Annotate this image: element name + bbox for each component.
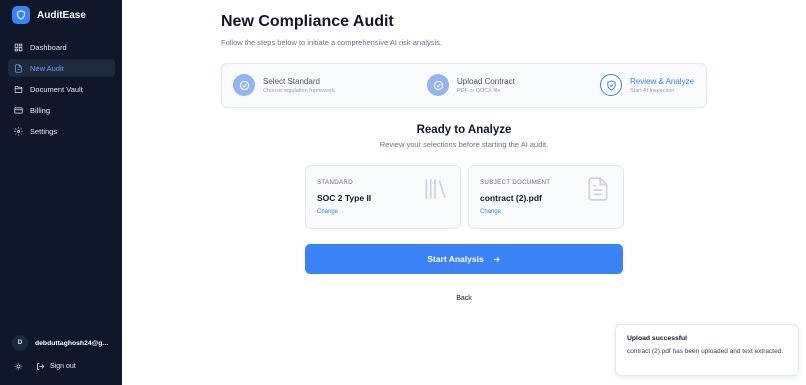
toast-notification[interactable]: Upload successful contract (2).pdf has b… [615,324,799,376]
sidebar: AuditEase Dashboard New Audit Document V… [0,0,122,385]
page-subtitle: Follow the steps below to initiate a com… [221,38,442,47]
back-button[interactable]: Back [122,295,806,302]
user-email: debduttaghosh24@g... [35,339,109,347]
change-standard-link[interactable]: Change [317,209,338,215]
arrow-right-icon [493,256,500,262]
folder-icon [14,85,23,93]
dashboard-grid-icon [14,43,23,51]
document-icon [15,63,22,73]
sidebar-item-document-vault[interactable]: Document Vault [8,80,115,98]
step-title: Select Standard [263,76,320,86]
card-label: STANDARD [317,179,353,186]
review-subtitle: Review your selections before starting t… [379,140,549,149]
check-icon [233,74,255,96]
gear-icon [14,126,23,136]
file-text-icon [588,177,608,201]
sidebar-item-label: Document Vault [30,84,83,94]
sun-icon[interactable] [14,362,23,371]
sidebar-nav: Dashboard New Audit Document Vault Billi… [8,38,115,143]
sign-out-button[interactable]: Sign out [36,362,76,371]
step-desc: Choose regulation framework [263,87,335,94]
step-title: Review & Analyze [630,76,695,86]
step-desc: Start AI inspection [630,87,675,94]
card-label: SUBJECT DOCUMENT [480,179,551,186]
library-icon [425,179,446,199]
sidebar-item-settings[interactable]: Settings [8,122,115,140]
page-title: New Compliance Audit [221,13,394,30]
document-value: contract (2).pdf [480,193,542,203]
standard-value: SOC 2 Type II [317,193,372,203]
sidebar-item-billing[interactable]: Billing [8,101,115,119]
step-title: Upload Contract [457,76,515,86]
sidebar-item-label: New Audit [30,63,64,73]
toast-title: Upload successful [627,335,688,342]
sidebar-item-new-audit[interactable]: New Audit [8,59,115,77]
brand[interactable]: AuditEase [12,6,86,24]
shield-check-icon [600,74,622,96]
step-upload-contract[interactable]: Upload Contract PDF or DOCX file [427,74,515,96]
start-analysis-button[interactable]: Start Analysis [305,244,623,274]
toast-message: contract (2).pdf has been uploaded and t… [627,348,784,355]
audit-stepper: Select Standard Choose regulation framew… [221,63,707,108]
sidebar-item-label: Dashboard [30,42,67,52]
review-title: Ready to Analyze [416,124,512,136]
sidebar-item-label: Settings [30,126,58,136]
app-name: AuditEase [37,9,86,21]
sign-out-label: Sign out [50,363,76,370]
standard-card: STANDARD SOC 2 Type II Change [305,165,461,229]
sidebar-item-label: Billing [30,105,51,115]
user-profile[interactable]: D debduttaghosh24@g... [12,335,114,351]
step-review-analyze[interactable]: Review & Analyze Start AI inspection [600,74,694,96]
document-card: SUBJECT DOCUMENT contract (2).pdf Change [468,165,624,229]
check-icon [427,74,449,96]
start-analysis-label: Start Analysis [427,254,484,264]
sidebar-item-dashboard[interactable]: Dashboard [8,38,115,56]
step-desc: PDF or DOCX file [457,87,501,94]
sidebar-footer: Sign out [14,362,76,371]
avatar: D [12,335,28,351]
step-select-standard[interactable]: Select Standard Choose regulation framew… [233,74,335,96]
log-out-icon [37,363,45,370]
change-document-link[interactable]: Change [480,209,501,215]
shield-icon [12,6,30,24]
credit-card-icon [14,107,23,113]
